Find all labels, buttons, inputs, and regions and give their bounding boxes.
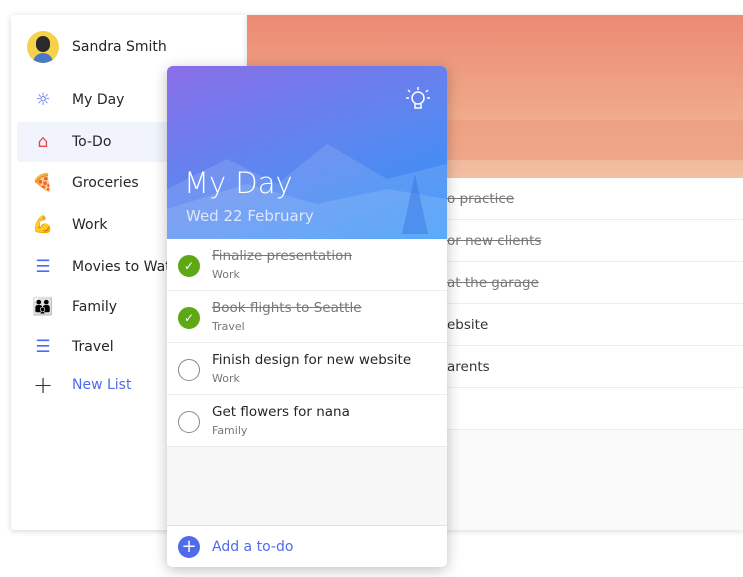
task-title: Finalize presentation bbox=[212, 248, 352, 264]
checked-icon[interactable]: ✓ bbox=[178, 307, 200, 329]
sidebar-item-label: To-Do bbox=[72, 134, 112, 150]
task-row[interactable]: ✓ Finalize presentation Work bbox=[167, 239, 447, 291]
flexed-biceps-icon: 💪 bbox=[32, 215, 54, 235]
my-day-card: My Day Wed 22 February ✓ Finalize present… bbox=[167, 66, 447, 567]
plus-icon: + bbox=[178, 535, 200, 558]
list-icon: ☰ bbox=[35, 337, 51, 357]
sun-icon: ☼ bbox=[35, 90, 51, 110]
my-day-header: My Day Wed 22 February bbox=[167, 66, 447, 239]
task-row[interactable]: ✓ Book flights to Seattle Travel bbox=[167, 291, 447, 343]
task-title: Get flowers for nana bbox=[212, 404, 350, 420]
add-todo-button[interactable]: + Add a to-do bbox=[167, 525, 447, 567]
sidebar-item-label: Work bbox=[72, 217, 108, 233]
sidebar-item-label: Movies to Wat bbox=[72, 259, 171, 275]
avatar bbox=[27, 31, 59, 63]
task-row[interactable]: Finish design for new website Work bbox=[167, 343, 447, 395]
task-title: Book flights to Seattle bbox=[212, 300, 362, 316]
task-list-name: Family bbox=[212, 424, 248, 437]
task-title: Finish design for new website bbox=[212, 352, 412, 368]
task-list-name: Travel bbox=[212, 320, 245, 333]
user-profile[interactable]: Sandra Smith bbox=[27, 31, 167, 63]
lightbulb-icon[interactable] bbox=[403, 84, 433, 114]
sidebar-item-label: Groceries bbox=[72, 175, 139, 191]
home-check-icon: ⌂ bbox=[37, 132, 49, 152]
task-row[interactable]: Get flowers for nana Family bbox=[167, 395, 447, 447]
page-title: My Day bbox=[184, 166, 293, 200]
sidebar-item-label: Family bbox=[72, 299, 118, 315]
new-list-label: New List bbox=[72, 377, 132, 393]
family-icon: 👪 bbox=[32, 297, 54, 317]
list-icon: ☰ bbox=[35, 257, 51, 277]
checkbox-icon[interactable] bbox=[178, 411, 200, 433]
user-name: Sandra Smith bbox=[72, 39, 167, 55]
date-label: Wed 22 February bbox=[186, 207, 314, 225]
task-list-name: Work bbox=[212, 372, 240, 385]
checked-icon[interactable]: ✓ bbox=[178, 255, 200, 277]
plus-icon: + bbox=[32, 371, 54, 399]
sidebar-item-label: My Day bbox=[72, 92, 125, 108]
pizza-icon: 🍕 bbox=[32, 173, 54, 193]
checkbox-icon[interactable] bbox=[178, 359, 200, 381]
sidebar-item-label: Travel bbox=[72, 339, 114, 355]
task-list-name: Work bbox=[212, 268, 240, 281]
add-todo-label: Add a to-do bbox=[212, 538, 294, 555]
